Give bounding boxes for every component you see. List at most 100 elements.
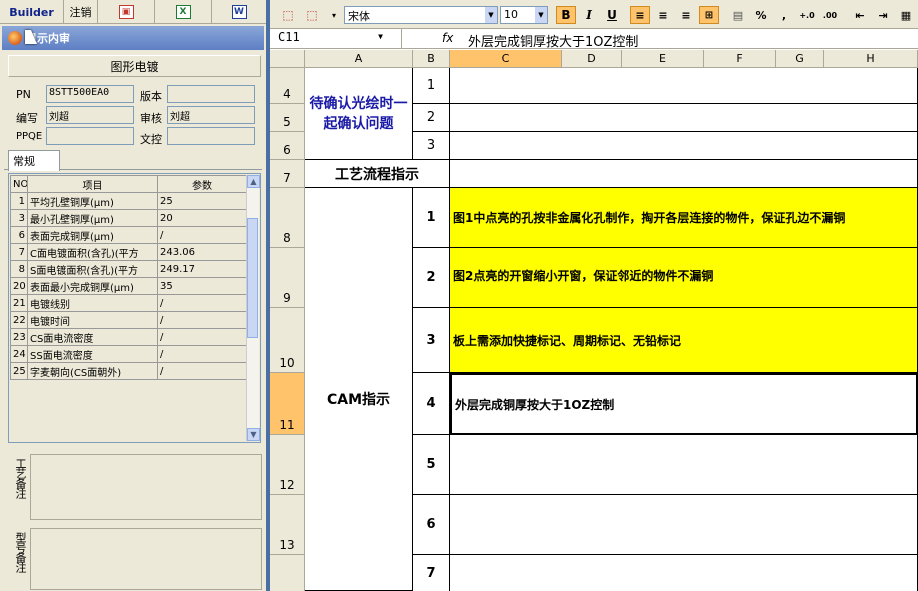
font-size-select[interactable]: 10 ▼ [500, 6, 548, 24]
controller-field[interactable] [167, 127, 255, 145]
cam-num-cell[interactable]: 3 [413, 308, 450, 373]
row-no-cell[interactable]: 25 [10, 362, 28, 380]
row-no-cell[interactable]: 6 [10, 226, 28, 244]
table-row[interactable]: 21 电镀线别 / [10, 294, 247, 312]
name-box[interactable]: C11 ▼ [270, 29, 402, 48]
col-header-h[interactable]: H [824, 50, 918, 68]
currency-icon[interactable]: ▤ [728, 6, 748, 24]
row-param-cell[interactable]: 35 [157, 277, 247, 295]
row-header-12[interactable]: 12 [270, 435, 305, 495]
row-header-13[interactable]: 13 [270, 495, 305, 555]
row-header-9[interactable]: 9 [270, 248, 305, 308]
row-param-cell[interactable]: / [157, 311, 247, 329]
function-icon[interactable]: fx [442, 31, 453, 45]
table-row[interactable]: 7 C面电镀面积(含孔)(平方 243.06 [10, 243, 247, 261]
table-row[interactable]: 3 最小孔壁铜厚(μm) 20 [10, 209, 247, 227]
align-left-button[interactable]: ≡ [630, 6, 650, 24]
cam-text-cell[interactable]: 图2点亮的开窗缩小开窗，保证邻近的物件不漏铜 [450, 248, 918, 308]
confirm-num-cell[interactable]: 2 [413, 104, 450, 132]
align-center-button[interactable]: ≡ [653, 6, 673, 24]
row-header-11[interactable]: 11 [270, 373, 305, 435]
row-no-cell[interactable]: 23 [10, 328, 28, 346]
table-row[interactable]: 6 表面完成铜厚(μm) / [10, 226, 247, 244]
font-name-select[interactable]: 宋体 ▼ [344, 6, 498, 24]
table-row[interactable]: 8 S面电镀面积(含孔)(平方 249.17 [10, 260, 247, 278]
row-item-cell[interactable]: 最小孔壁铜厚(μm) [27, 209, 158, 227]
merge-center-button[interactable]: ⊞ [699, 6, 719, 24]
row-param-cell[interactable]: / [157, 294, 247, 312]
table-row[interactable]: 24 SS面电流密度 / [10, 345, 247, 363]
table-row[interactable]: 23 CS面电流密度 / [10, 328, 247, 346]
row-no-cell[interactable]: 21 [10, 294, 28, 312]
row-header-6[interactable]: 6 [270, 132, 305, 160]
col-header-c[interactable]: C [450, 50, 562, 68]
row-param-cell[interactable]: 25 [157, 192, 247, 210]
table-scrollbar[interactable]: ▲ ▼ [246, 175, 260, 441]
cam-num-cell[interactable]: 5 [413, 435, 450, 495]
toolbar-more-icon[interactable]: ▾ [324, 6, 344, 24]
row-no-cell[interactable]: 8 [10, 260, 28, 278]
row-param-cell[interactable]: / [157, 362, 247, 380]
row-no-cell[interactable]: 7 [10, 243, 28, 261]
row-param-cell[interactable]: 249.17 [157, 260, 247, 278]
pdf-settings-icon[interactable]: ⬚ [302, 6, 322, 24]
formula-input[interactable]: 外层完成铜厚按大于1OZ控制 [468, 31, 638, 50]
scroll-thumb[interactable] [247, 218, 258, 338]
row-item-cell[interactable]: 电镀时间 [27, 311, 158, 329]
row-item-cell[interactable]: 电镀线别 [27, 294, 158, 312]
col-header-f[interactable]: F [704, 50, 776, 68]
row-param-cell[interactable]: 20 [157, 209, 247, 227]
pn-field[interactable]: 8STT500EA0 [46, 85, 134, 103]
row-item-cell[interactable]: 字麦朝向(CS面朝外) [27, 362, 158, 380]
row-no-cell[interactable]: 20 [10, 277, 28, 295]
reviewer-field[interactable]: 刘超 [167, 106, 255, 124]
comma-icon[interactable]: , [774, 6, 794, 24]
row-header-14[interactable] [270, 555, 305, 591]
ppqe-field[interactable] [46, 127, 134, 145]
cam-num-cell[interactable]: 1 [413, 188, 450, 248]
row-param-cell[interactable]: / [157, 226, 247, 244]
confirm-num-cell[interactable]: 1 [413, 68, 450, 104]
logout-button[interactable]: 注销 [64, 0, 98, 24]
table-row[interactable]: 25 字麦朝向(CS面朝外) / [10, 362, 247, 380]
version-field[interactable] [167, 85, 255, 103]
scroll-up-icon[interactable]: ▲ [247, 175, 260, 188]
row-param-cell[interactable]: / [157, 345, 247, 363]
cam-num-cell[interactable]: 7 [413, 555, 450, 591]
row-no-cell[interactable]: 24 [10, 345, 28, 363]
row-header-5[interactable]: 5 [270, 104, 305, 132]
col-header-b[interactable]: B [413, 50, 450, 68]
col-header-e[interactable]: E [622, 50, 704, 68]
row-item-cell[interactable]: C面电镀面积(含孔)(平方 [27, 243, 158, 261]
excel-button[interactable]: X [155, 0, 212, 24]
confirm-text-cell[interactable] [450, 104, 918, 132]
italic-button[interactable]: I [579, 6, 599, 24]
row-param-cell[interactable]: / [157, 328, 247, 346]
increase-indent-icon[interactable]: ⇥ [873, 6, 893, 24]
confirm-text-cell[interactable] [450, 132, 918, 160]
row-header-8[interactable]: 8 [270, 188, 305, 248]
percent-icon[interactable]: % [751, 6, 771, 24]
confirm-num-cell[interactable]: 3 [413, 132, 450, 160]
col-header-d[interactable]: D [562, 50, 622, 68]
row-header-10[interactable]: 10 [270, 308, 305, 373]
align-right-button[interactable]: ≡ [676, 6, 696, 24]
cam-text-cell[interactable] [450, 435, 918, 495]
editor-field[interactable]: 刘超 [46, 106, 134, 124]
underline-button[interactable]: U [602, 6, 622, 24]
cam-label-cell[interactable]: CAM指示 [305, 188, 413, 591]
decrease-indent-icon[interactable]: ⇤ [850, 6, 870, 24]
process-note-input[interactable] [30, 454, 262, 520]
tab-general[interactable]: 常规 [8, 150, 60, 171]
decrease-decimal-icon[interactable]: .00 [820, 6, 840, 24]
builder-button[interactable]: Builder [0, 0, 64, 24]
process-label-cell[interactable]: 工艺流程指示 [305, 160, 450, 188]
confirm-label-cell[interactable]: 待确认光绘时一起确认问题 [305, 68, 413, 160]
row-param-cell[interactable]: 243.06 [157, 243, 247, 261]
row-no-cell[interactable]: 22 [10, 311, 28, 329]
table-row[interactable]: 22 电镀时间 / [10, 311, 247, 329]
pdf-icon[interactable]: ⬚ [278, 6, 298, 24]
row-item-cell[interactable]: 表面完成铜厚(μm) [27, 226, 158, 244]
active-cell-c11[interactable]: 外层完成铜厚按大于1OZ控制 [450, 373, 918, 435]
borders-icon[interactable]: ▦ [896, 6, 916, 24]
